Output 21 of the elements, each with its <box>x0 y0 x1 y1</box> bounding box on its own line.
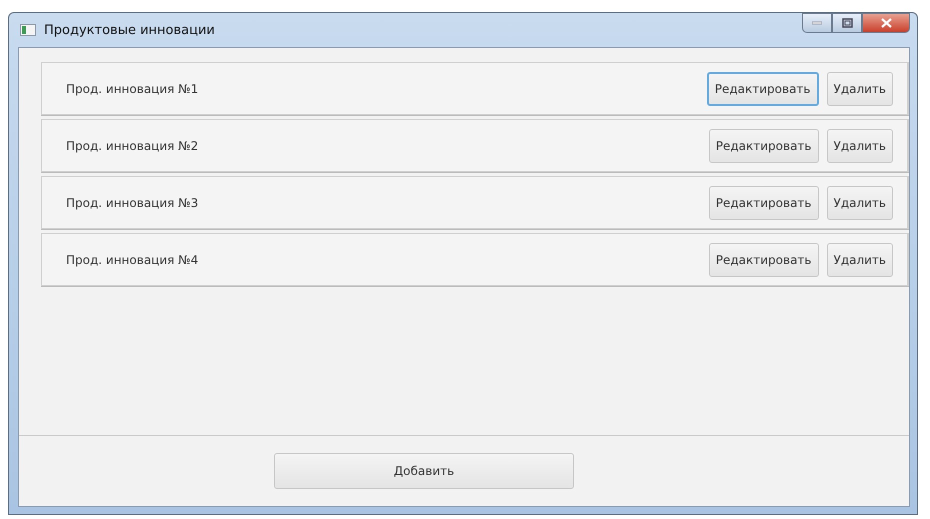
delete-button[interactable]: Удалить <box>826 72 893 106</box>
close-button[interactable] <box>862 13 910 33</box>
minimize-icon <box>812 21 822 25</box>
app-icon <box>20 24 36 36</box>
edit-button[interactable]: Редактировать <box>708 128 818 162</box>
delete-button[interactable]: Удалить <box>826 128 893 162</box>
edit-button[interactable]: Редактировать <box>708 242 818 276</box>
delete-button[interactable]: Удалить <box>826 242 893 276</box>
edit-button[interactable]: Редактировать <box>706 72 818 106</box>
item-name: Прод. инновация №2 <box>66 138 200 152</box>
minimize-button[interactable] <box>802 13 832 33</box>
item-name: Прод. инновация №4 <box>66 252 200 266</box>
restore-icon <box>842 18 852 28</box>
maximize-button[interactable] <box>832 13 862 33</box>
window-title: Продуктовые инновации <box>44 22 215 38</box>
delete-button[interactable]: Удалить <box>826 186 893 220</box>
edit-button[interactable]: Редактировать <box>708 186 818 220</box>
close-icon <box>880 18 892 28</box>
add-button[interactable]: Добавить <box>274 453 574 489</box>
item-name: Прод. инновация №1 <box>66 82 200 96</box>
item-name: Прод. инновация №3 <box>66 196 200 210</box>
